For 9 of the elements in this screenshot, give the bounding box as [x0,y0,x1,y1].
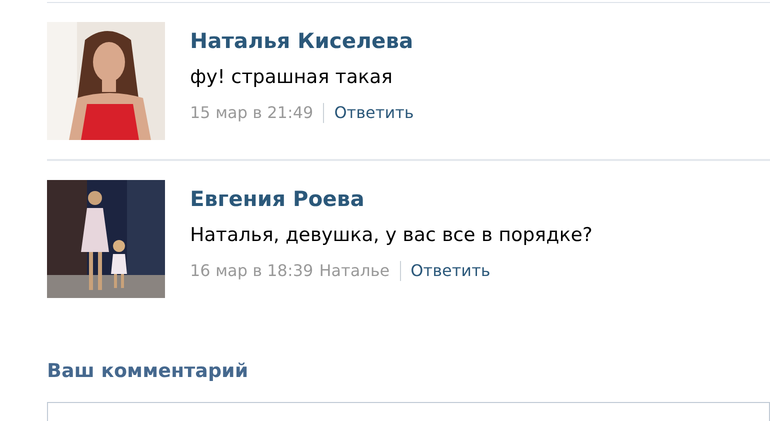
author-link[interactable]: Евгения Роева [190,184,592,214]
comment-text: Наталья, девушка, у вас все в порядке? [190,223,592,248]
comment-date: 15 мар в 21:49 [190,102,314,124]
comment-text: фу! страшная такая [190,65,394,90]
author-link[interactable]: Наталья Киселева [190,26,414,56]
comment-date: 16 мар в 18:39 [190,260,314,282]
comment-form-title: Ваш комментарий [47,360,248,382]
reply-link[interactable]: Ответить [410,259,490,283]
reply-link[interactable]: Ответить [334,101,414,125]
